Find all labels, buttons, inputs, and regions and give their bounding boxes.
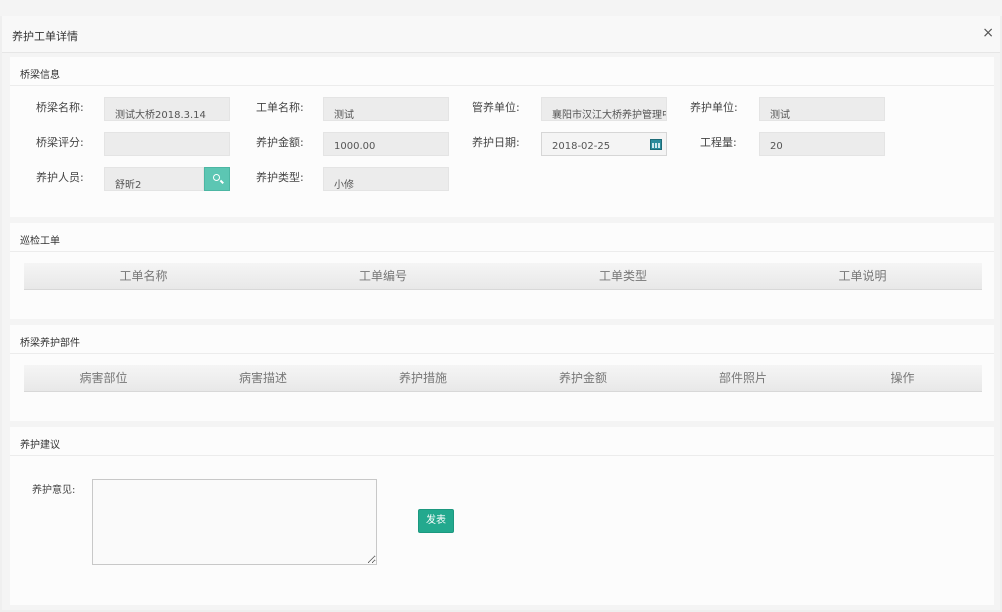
- column-header[interactable]: 工单说明: [743, 263, 982, 289]
- maint-person-field[interactable]: 舒昕2: [104, 167, 204, 191]
- workload-label: 工程量:: [700, 136, 737, 149]
- workload-field[interactable]: 20: [759, 132, 885, 156]
- maint-type-label: 养护类型:: [256, 171, 304, 184]
- column-header[interactable]: 工单类型: [503, 263, 743, 289]
- panel-header: 养护建议: [10, 427, 994, 456]
- inspection-orders-title: 巡检工单: [20, 236, 60, 247]
- panel-header: 桥梁信息: [10, 57, 994, 86]
- column-header[interactable]: 病害描述: [183, 365, 343, 391]
- maint-amount-label: 养护金额:: [256, 136, 304, 149]
- maint-date-field[interactable]: 2018-02-25: [541, 132, 667, 156]
- column-header[interactable]: 养护金额: [503, 365, 663, 391]
- bridge-name-label: 桥梁名称:: [36, 101, 84, 114]
- person-search-button[interactable]: [204, 167, 230, 191]
- manage-unit-label: 管养单位:: [472, 101, 520, 114]
- maintenance-components-panel: 桥梁养护部件 病害部位 病害描述 养护措施 养护金额 部件照片 操作: [10, 325, 994, 421]
- bridge-name-field[interactable]: 测试大桥2018.3.14: [104, 97, 230, 121]
- bridge-info-title: 桥梁信息: [20, 70, 60, 81]
- calendar-icon[interactable]: [650, 139, 662, 150]
- order-name-label: 工单名称:: [256, 101, 304, 114]
- maint-date-value: 2018-02-25: [552, 141, 611, 152]
- dialog-title: 养护工单详情: [12, 30, 78, 43]
- order-name-field[interactable]: 测试: [323, 97, 449, 121]
- inspection-table-header: 工单名称 工单编号 工单类型 工单说明: [24, 263, 982, 290]
- maintenance-order-dialog: 养护工单详情 × 桥梁信息 桥梁名称: 测试大桥2018.3.14 工单名称: …: [2, 16, 1000, 610]
- maintenance-advice-panel: 养护建议 养护意见: 发表: [10, 427, 994, 605]
- column-header[interactable]: 工单编号: [263, 263, 503, 289]
- publish-button[interactable]: 发表: [418, 509, 454, 533]
- maint-unit-field[interactable]: 测试: [759, 97, 885, 121]
- column-header[interactable]: 操作: [823, 365, 982, 391]
- maint-unit-label: 养护单位:: [690, 101, 738, 114]
- close-icon[interactable]: ×: [982, 26, 994, 40]
- column-header[interactable]: 部件照片: [663, 365, 823, 391]
- panel-header: 巡检工单: [10, 223, 994, 252]
- components-table-header: 病害部位 病害描述 养护措施 养护金额 部件照片 操作: [24, 365, 982, 392]
- column-header[interactable]: 工单名称: [24, 263, 263, 289]
- search-icon: [213, 174, 220, 181]
- column-header[interactable]: 养护措施: [343, 365, 503, 391]
- inspection-orders-panel: 巡检工单 工单名称 工单编号 工单类型 工单说明: [10, 223, 994, 319]
- column-header[interactable]: 病害部位: [24, 365, 183, 391]
- bridge-rating-label: 桥梁评分:: [36, 136, 84, 149]
- panel-header: 桥梁养护部件: [10, 325, 994, 354]
- maintenance-components-title: 桥梁养护部件: [20, 338, 80, 349]
- maint-type-field[interactable]: 小修: [323, 167, 449, 191]
- maintenance-advice-title: 养护建议: [20, 440, 60, 451]
- dialog-header: 养护工单详情 ×: [2, 16, 1000, 53]
- bridge-info-panel: 桥梁信息 桥梁名称: 测试大桥2018.3.14 工单名称: 测试 管养单位: …: [10, 57, 994, 217]
- maint-person-label: 养护人员:: [36, 171, 84, 184]
- opinion-label: 养护意见:: [32, 485, 76, 496]
- top-strip: [0, 0, 1002, 16]
- bridge-rating-field[interactable]: [104, 132, 230, 156]
- manage-unit-field[interactable]: 襄阳市汉江大桥养护管理中: [541, 97, 667, 121]
- maint-date-label: 养护日期:: [472, 136, 520, 149]
- maint-amount-field[interactable]: 1000.00: [323, 132, 449, 156]
- opinion-textarea[interactable]: [92, 479, 377, 565]
